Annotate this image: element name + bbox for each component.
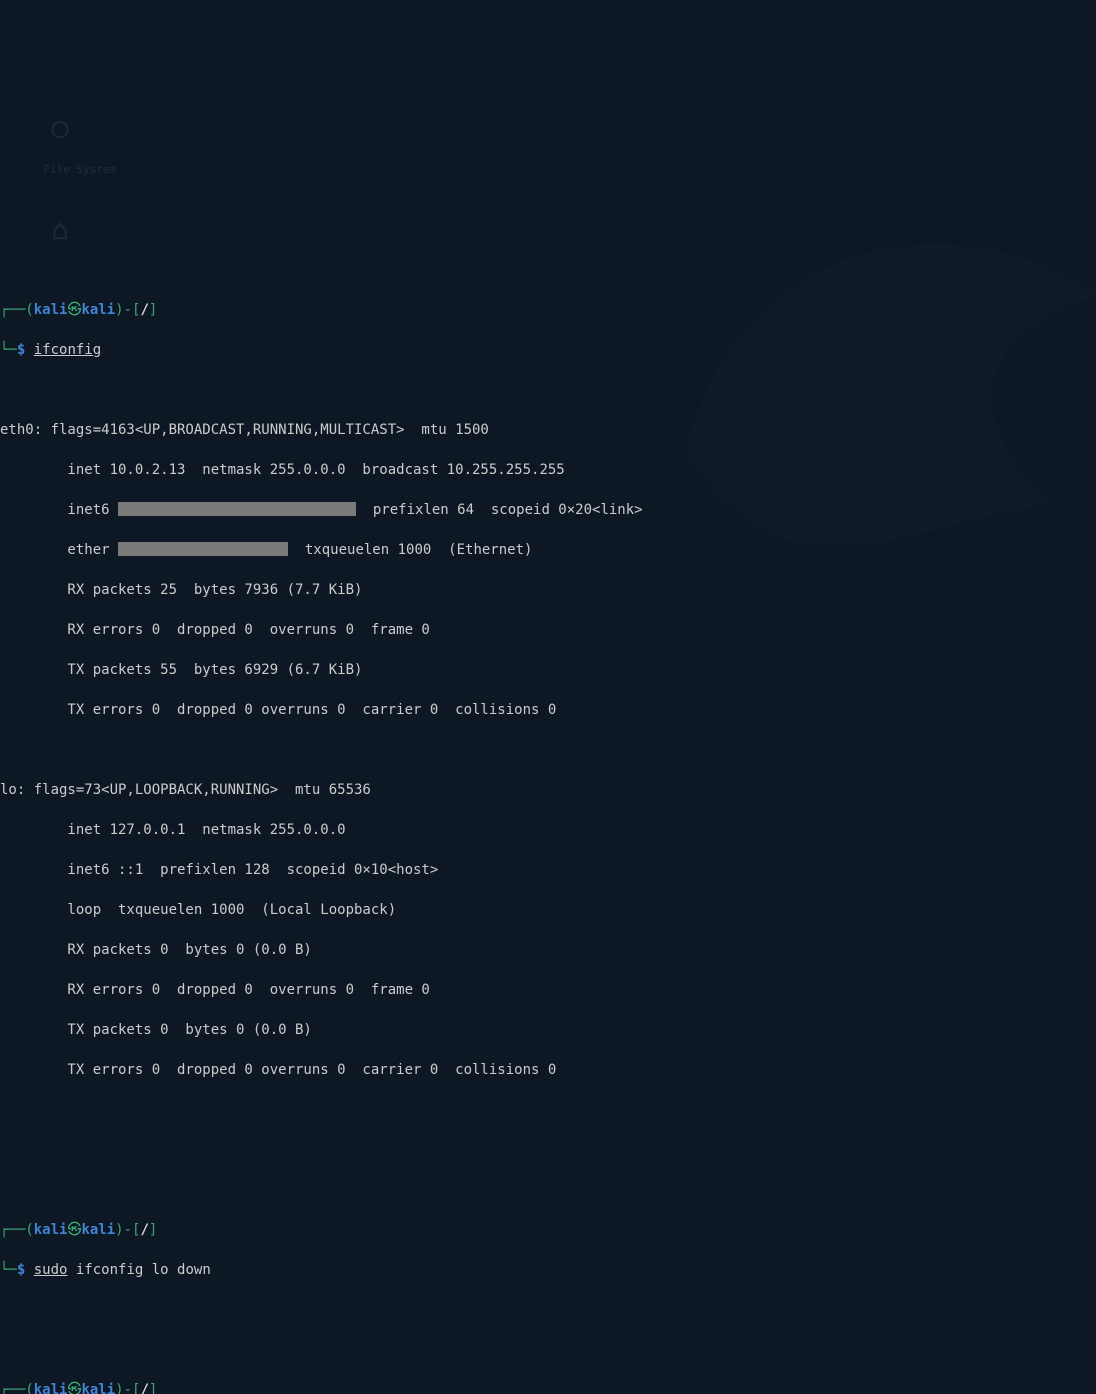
output-line: RX errors 0 dropped 0 overruns 0 frame 0 <box>0 980 1096 1000</box>
output-line: inet 10.0.2.13 netmask 255.0.0.0 broadca… <box>0 460 1096 480</box>
output-line: inet6 prefixlen 64 scopeid 0×20<link> <box>0 500 1096 520</box>
desktop-icon-filesystem: ○ File System <box>30 78 90 180</box>
blank-line <box>0 1140 1096 1160</box>
home-icon: ⌂ <box>30 220 90 240</box>
prompt-line-1-top: ┌──(kali㉿kali)-[/] <box>0 300 1096 320</box>
output-line: loop txqueuelen 1000 (Local Loopback) <box>0 900 1096 920</box>
output-line: RX errors 0 dropped 0 overruns 0 frame 0 <box>0 620 1096 640</box>
output-line: TX errors 0 dropped 0 overruns 0 carrier… <box>0 700 1096 720</box>
output-line: RX packets 0 bytes 0 (0.0 B) <box>0 940 1096 960</box>
output-line: TX packets 55 bytes 6929 (6.7 KiB) <box>0 660 1096 680</box>
prompt-line-3-top: ┌──(kali㉿kali)-[/] <box>0 1380 1096 1394</box>
command-text: ifconfig <box>34 342 101 358</box>
redacted-ipv6 <box>118 502 356 516</box>
prompt-line-2-cmd[interactable]: └─$ sudo ifconfig lo down <box>0 1260 1096 1280</box>
prompt-line-1-cmd[interactable]: └─$ ifconfig <box>0 340 1096 360</box>
output-line: eth0: flags=4163<UP,BROADCAST,RUNNING,MU… <box>0 420 1096 440</box>
output-line: TX errors 0 dropped 0 overruns 0 carrier… <box>0 1060 1096 1080</box>
terminal[interactable]: ┌──(kali㉿kali)-[/] └─$ ifconfig eth0: fl… <box>0 240 1096 1394</box>
command-sudo: sudo <box>34 1262 68 1278</box>
redacted-mac <box>118 542 288 556</box>
blank-line <box>0 1100 1096 1120</box>
folder-icon: ○ <box>30 118 90 138</box>
output-line: RX packets 25 bytes 7936 (7.7 KiB) <box>0 580 1096 600</box>
output-line: TX packets 0 bytes 0 (0.0 B) <box>0 1020 1096 1040</box>
desktop-icon-label: File System <box>43 163 116 176</box>
prompt-line-2-top: ┌──(kali㉿kali)-[/] <box>0 1220 1096 1240</box>
output-line: ether txqueuelen 1000 (Ethernet) <box>0 540 1096 560</box>
blank-line <box>0 1300 1096 1320</box>
output-line: inet 127.0.0.1 netmask 255.0.0.0 <box>0 820 1096 840</box>
command-text: ifconfig lo down <box>67 1262 210 1278</box>
output-line: inet6 ::1 prefixlen 128 scopeid 0×10<hos… <box>0 860 1096 880</box>
output-line: lo: flags=73<UP,LOOPBACK,RUNNING> mtu 65… <box>0 780 1096 800</box>
blank-line <box>0 740 1096 760</box>
